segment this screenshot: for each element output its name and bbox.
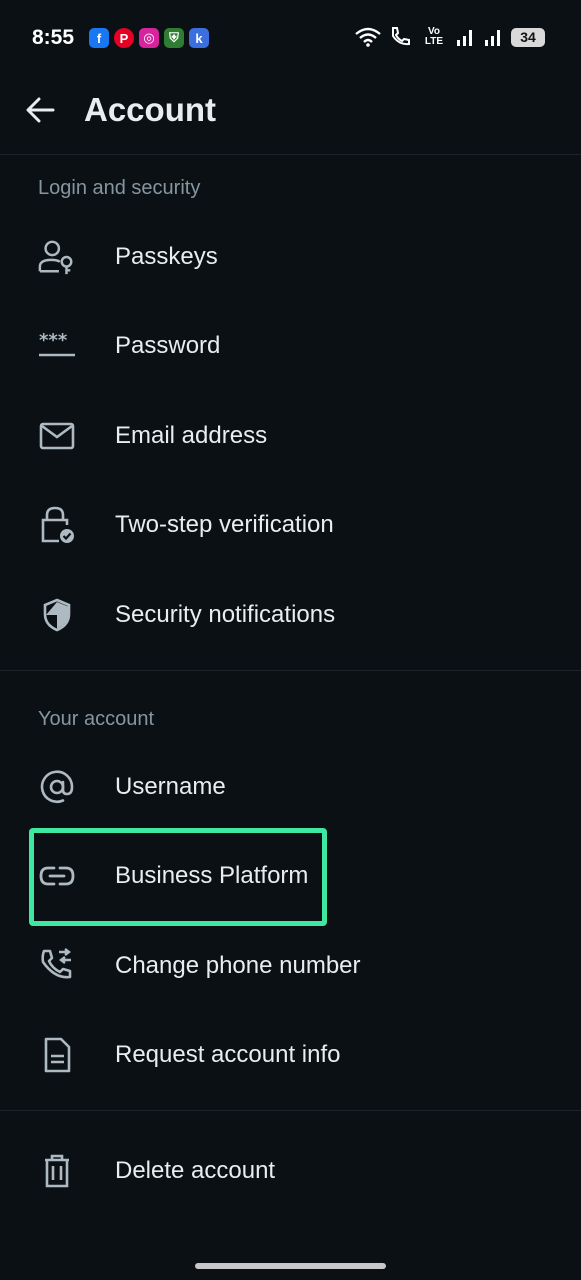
menu-label-change-phone-number: Change phone number xyxy=(115,952,361,979)
menu-label-password: Password xyxy=(115,332,221,359)
home-indicator[interactable] xyxy=(195,1263,386,1269)
back-button[interactable] xyxy=(22,92,58,128)
password-icon: *** xyxy=(38,327,76,365)
status-time: 8:55 xyxy=(32,26,75,49)
k-app-icon: k xyxy=(189,28,209,48)
at-icon xyxy=(38,768,76,806)
wifi-calling-icon xyxy=(392,27,410,46)
signal-icon-1 xyxy=(457,30,472,46)
wifi-icon xyxy=(355,27,381,47)
menu-item-security-notifications[interactable]: Security notifications xyxy=(0,570,581,660)
menu-label-username: Username xyxy=(115,773,226,800)
battery-icon: 34 xyxy=(511,27,545,47)
app-header: Account xyxy=(0,76,581,154)
arrow-left-icon xyxy=(26,97,55,123)
link-icon xyxy=(38,857,76,895)
volte-label: Vo LTE xyxy=(424,26,444,47)
menu-label-request-account-info: Request account info xyxy=(115,1041,341,1068)
passkey-icon xyxy=(38,238,76,276)
svg-text:***: *** xyxy=(39,333,68,351)
menu-item-passkeys[interactable]: Passkeys xyxy=(0,212,581,302)
section-divider-2 xyxy=(0,1110,581,1111)
menu-item-delete-account[interactable]: Delete account xyxy=(0,1126,581,1216)
trash-icon xyxy=(38,1152,76,1190)
mail-icon xyxy=(38,417,76,455)
notification-icons: f P ◎ ⛨ k xyxy=(89,28,209,48)
menu-label-security-notifications: Security notifications xyxy=(115,601,336,628)
section-label-login-security: Login and security xyxy=(38,177,201,199)
section-label-your-account: Your account xyxy=(38,708,155,730)
lock-check-icon xyxy=(38,506,76,544)
page-title: Account xyxy=(84,91,216,128)
header-divider xyxy=(0,154,581,155)
pinterest-icon: P xyxy=(114,28,134,48)
menu-label-business-platform: Business Platform xyxy=(115,862,309,889)
document-icon xyxy=(38,1036,76,1074)
menu-item-email-address[interactable]: Email address xyxy=(0,391,581,481)
menu-item-business-platform[interactable]: Business Platform xyxy=(0,831,581,921)
status-bar: 8:55 f P ◎ ⛨ k Vo LTE 34 xyxy=(0,0,581,76)
system-icons: Vo LTE 34 xyxy=(355,26,545,48)
shield-icon xyxy=(38,596,76,634)
menu-label-passkeys: Passkeys xyxy=(115,243,218,270)
phone-change-icon xyxy=(38,947,76,985)
menu-item-two-step-verification[interactable]: Two-step verification xyxy=(0,480,581,570)
instagram-icon: ◎ xyxy=(139,28,159,48)
menu-item-change-phone-number[interactable]: Change phone number xyxy=(0,921,581,1011)
menu-label-email-address: Email address xyxy=(115,422,268,449)
facebook-icon: f xyxy=(89,28,109,48)
menu-label-two-step-verification: Two-step verification xyxy=(115,511,334,538)
section-divider xyxy=(0,670,581,671)
signal-icon-2 xyxy=(485,30,500,46)
menu-label-delete-account: Delete account xyxy=(115,1157,276,1184)
menu-item-username[interactable]: Username xyxy=(0,742,581,832)
menu-item-request-account-info[interactable]: Request account info xyxy=(0,1010,581,1100)
shield-app-icon: ⛨ xyxy=(164,28,184,48)
menu-item-password[interactable]: *** Password xyxy=(0,301,581,391)
